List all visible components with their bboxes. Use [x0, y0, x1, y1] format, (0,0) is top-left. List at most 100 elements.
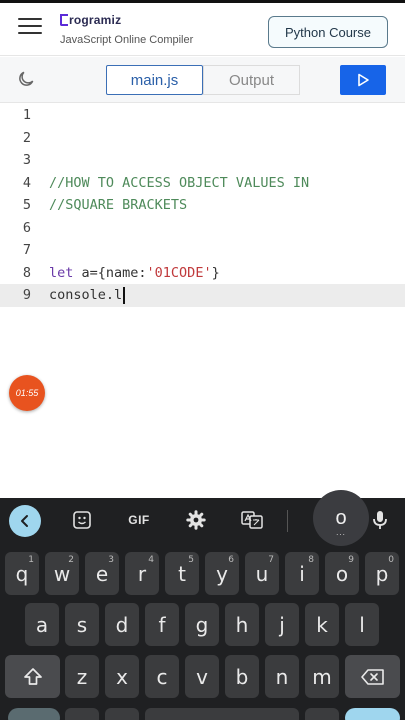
space-key[interactable] [145, 708, 299, 720]
code-string: '01CODE' [146, 264, 212, 281]
code-line-active[interactable]: 9 console.l [0, 284, 405, 307]
key-q[interactable]: q1 [5, 552, 39, 595]
gear-icon[interactable] [185, 509, 207, 531]
line-number: 1 [22, 107, 31, 123]
code-line[interactable]: 5 //SQUARE BRACKETS [0, 194, 405, 217]
gif-button[interactable]: GIF [124, 509, 154, 531]
code-brace: } [211, 264, 220, 281]
run-button[interactable] [340, 65, 386, 95]
key-hint: 9 [348, 555, 354, 565]
key-y[interactable]: y6 [205, 552, 239, 595]
chevron-left-icon [21, 515, 28, 527]
key-b[interactable]: b [225, 655, 259, 698]
code-comment: //HOW TO ACCESS OBJECT VALUES IN [49, 174, 310, 191]
key-hint: 8 [308, 555, 314, 565]
programiz-logo-icon [60, 14, 68, 26]
key-h[interactable]: h [225, 603, 259, 646]
key-w[interactable]: w2 [45, 552, 79, 595]
programiz-logo[interactable]: rogramiz [60, 13, 193, 27]
key-f[interactable]: f [145, 603, 179, 646]
key-label: t [178, 561, 186, 586]
code-text: console.l [49, 287, 123, 303]
keyboard-back-button[interactable] [9, 505, 41, 537]
key-hint: 0 [388, 555, 394, 565]
tab-main-js[interactable]: main.js [106, 65, 203, 95]
key-d[interactable]: d [105, 603, 139, 646]
shift-key[interactable] [5, 655, 60, 698]
key-hint: 2 [68, 555, 74, 565]
tab-output[interactable]: Output [203, 65, 300, 95]
code-line[interactable]: 4 //HOW TO ACCESS OBJECT VALUES IN [0, 172, 405, 195]
key-u[interactable]: u7 [245, 552, 279, 595]
key-a[interactable]: a [25, 603, 59, 646]
key-hint: 1 [28, 555, 34, 565]
suggestion-text: o [335, 506, 347, 529]
line-number: 3 [22, 152, 31, 168]
key-e[interactable]: e3 [85, 552, 119, 595]
app-header: rogramiz JavaScript Online Compiler Pyth… [0, 3, 405, 56]
key-x[interactable]: x [105, 655, 139, 698]
code-line[interactable]: 3 [0, 149, 405, 172]
key-m[interactable]: m [305, 655, 339, 698]
key-label: u [255, 561, 269, 586]
code-line[interactable]: 7 [0, 239, 405, 262]
key-g[interactable]: g [185, 603, 219, 646]
hamburger-menu-icon[interactable] [18, 18, 42, 38]
key-j[interactable]: j [265, 603, 299, 646]
key-r[interactable]: r4 [125, 552, 159, 595]
translate-icon[interactable] [240, 509, 264, 531]
play-icon [358, 73, 369, 87]
key-l[interactable]: l [345, 603, 379, 646]
key-c[interactable]: c [145, 655, 179, 698]
key-z[interactable]: z [65, 655, 99, 698]
moon-icon[interactable] [16, 69, 36, 89]
code-comment: //SQUARE BRACKETS [49, 197, 188, 213]
key-label: q [15, 561, 29, 586]
key-hint: 5 [188, 555, 194, 565]
line-number: 6 [22, 219, 31, 236]
key-t[interactable]: t5 [165, 552, 199, 595]
period-key[interactable] [305, 708, 339, 720]
code-line[interactable]: 2 [0, 127, 405, 150]
on-screen-keyboard: GIF o ... q 1 w 2 e 3 r 4 t 5 y 6 u 7 i … [0, 490, 405, 720]
key-s[interactable]: s [65, 603, 99, 646]
brand[interactable]: rogramiz JavaScript Online Compiler [60, 13, 193, 46]
line-number: 9 [22, 287, 31, 303]
key-k[interactable]: k [305, 603, 339, 646]
key-i[interactable]: i8 [285, 552, 319, 595]
key-label: y [216, 561, 228, 586]
key-v[interactable]: v [185, 655, 219, 698]
emoji-key[interactable] [105, 708, 139, 720]
code-line[interactable]: 8 let a={name:'01CODE'} [0, 262, 405, 285]
suggestion-more: ... [336, 528, 346, 537]
sticker-icon[interactable] [71, 509, 93, 531]
suggestion-bubble[interactable]: o ... [313, 490, 369, 546]
symbols-key[interactable] [8, 708, 60, 720]
microphone-icon[interactable] [368, 508, 392, 532]
key-label: e [95, 561, 109, 586]
key-n[interactable]: n [265, 655, 299, 698]
key-o[interactable]: o9 [325, 552, 359, 595]
shift-icon [23, 667, 42, 685]
key-hint: 7 [268, 555, 274, 565]
recording-timer-badge[interactable]: 01:55 [9, 375, 45, 411]
key-hint: 4 [148, 555, 154, 565]
key-label: i [299, 561, 305, 586]
code-editor[interactable]: 1 2 3 4 //HOW TO ACCESS OBJECT VALUES IN… [0, 103, 405, 498]
code-line[interactable]: 6 [0, 217, 405, 240]
gear-icon-glyph [186, 510, 206, 530]
key-hint: 6 [228, 555, 234, 565]
enter-key[interactable] [345, 708, 400, 720]
code-line[interactable]: 1 [0, 104, 405, 127]
key-label: r [137, 561, 147, 586]
comma-key[interactable] [65, 708, 99, 720]
code-statement: console.l [49, 284, 125, 307]
backspace-key[interactable] [345, 655, 400, 698]
python-course-button[interactable]: Python Course [268, 16, 388, 48]
text-caret [123, 286, 125, 304]
code-identifier: a={name: [73, 264, 147, 281]
toolbar-divider [287, 510, 288, 532]
code-statement: let a={name:'01CODE'} [49, 262, 220, 285]
key-p[interactable]: p0 [365, 552, 399, 595]
line-number: 2 [22, 129, 31, 146]
